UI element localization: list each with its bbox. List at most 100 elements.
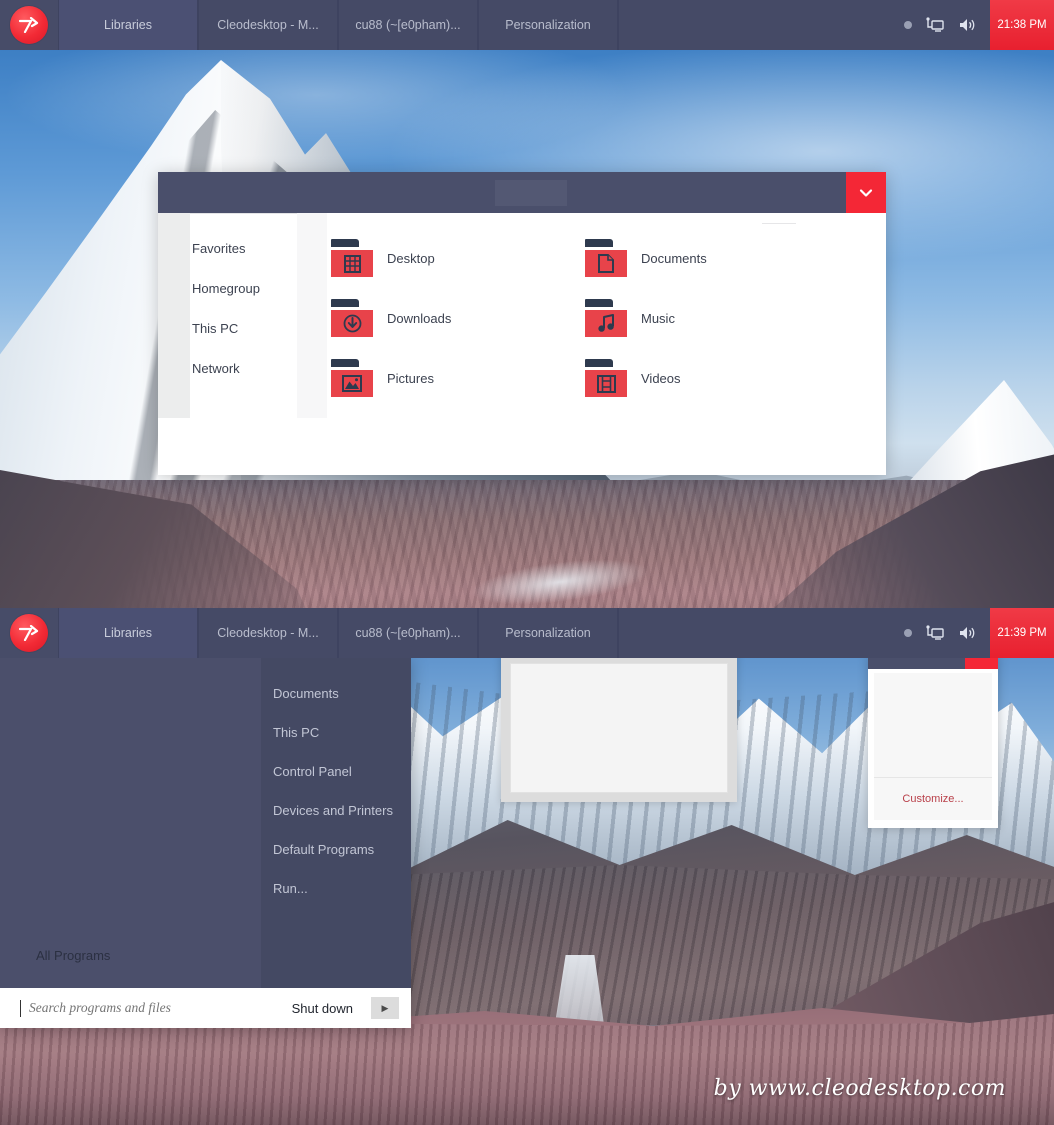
explorer-navigation-pane: Favorites Homegroup This PC Network bbox=[190, 213, 297, 475]
explorer-content-pane: Desktop Documents Downloads Music Pictur… bbox=[327, 213, 886, 475]
explorer-title-bar[interactable] bbox=[158, 172, 886, 213]
file-item-documents[interactable]: Documents bbox=[585, 239, 886, 277]
taskbar-button-cu88-top[interactable]: cu88 (~[e0pham)... bbox=[338, 0, 478, 50]
start-menu-item-default-programs[interactable]: Default Programs bbox=[261, 830, 411, 869]
volume-icon[interactable] bbox=[958, 625, 976, 641]
start-menu-item-label: Documents bbox=[273, 686, 339, 701]
nav-item-this-pc[interactable]: This PC bbox=[190, 308, 297, 348]
taskbar-button-label: Personalization bbox=[505, 18, 591, 32]
volume-icon[interactable] bbox=[958, 17, 976, 33]
explorer-expand-chevron-down-icon[interactable] bbox=[846, 172, 886, 213]
customize-popup-window: Customize... bbox=[868, 655, 998, 828]
watermark: by www.cleodesktop.com bbox=[713, 1076, 1006, 1101]
file-item-pictures[interactable]: Pictures bbox=[331, 359, 585, 397]
start-menu-search-bar: Shut down ▶ bbox=[0, 988, 411, 1028]
taskbar-top: Libraries Cleodesktop - M... cu88 (~[e0p… bbox=[0, 0, 1054, 50]
all-programs-label: All Programs bbox=[36, 948, 111, 963]
nav-item-homegroup[interactable]: Homegroup bbox=[190, 268, 297, 308]
file-item-label: Downloads bbox=[387, 310, 452, 326]
start-menu-left-pane: All Programs bbox=[0, 658, 261, 988]
nav-item-label: Favorites bbox=[192, 240, 246, 256]
empty-dialog-content bbox=[510, 663, 728, 793]
explorer-left-edge-strip bbox=[158, 213, 190, 418]
start-menu-item-devices-and-printers[interactable]: Devices and Printers bbox=[261, 791, 411, 830]
start-menu-panes: All Programs Documents This PC Control P… bbox=[0, 658, 411, 988]
taskbar-button-cleodesktop-top[interactable]: Cleodesktop - M... bbox=[198, 0, 338, 50]
start-button-bottom[interactable] bbox=[0, 608, 58, 658]
network-icon[interactable] bbox=[926, 625, 944, 641]
taskbar-button-cleodesktop-bottom[interactable]: Cleodesktop - M... bbox=[198, 608, 338, 658]
desktop-screenshot: Libraries Cleodesktop - M... cu88 (~[e0p… bbox=[0, 0, 1054, 1125]
clock-label: 21:39 PM bbox=[997, 627, 1047, 639]
taskbar-button-personalization-top[interactable]: Personalization bbox=[478, 0, 618, 50]
start-orb-icon bbox=[10, 6, 48, 44]
file-item-label: Music bbox=[641, 310, 675, 326]
start-menu-item-label: This PC bbox=[273, 725, 320, 740]
system-tray-top bbox=[890, 0, 990, 50]
start-menu-item-run[interactable]: Run... bbox=[261, 869, 411, 908]
start-button-top[interactable] bbox=[0, 0, 58, 50]
file-item-downloads[interactable]: Downloads bbox=[331, 299, 585, 337]
taskbar-button-label: Cleodesktop - M... bbox=[217, 18, 319, 32]
start-menu-item-label: Devices and Printers bbox=[273, 803, 393, 818]
file-item-desktop[interactable]: Desktop bbox=[331, 239, 585, 277]
taskbar-empty-area-top bbox=[618, 0, 890, 50]
explorer-file-grid: Desktop Documents Downloads Music Pictur… bbox=[331, 239, 886, 397]
show-hidden-icons-dot-icon[interactable] bbox=[904, 629, 912, 637]
explorer-title-highlight bbox=[495, 180, 567, 206]
empty-dialog-window[interactable] bbox=[501, 654, 737, 802]
start-menu-item-label: Control Panel bbox=[273, 764, 352, 779]
pictures-folder-icon bbox=[331, 359, 373, 397]
taskbar-button-label: Libraries bbox=[104, 626, 152, 640]
explorer-content-tick bbox=[762, 223, 796, 224]
start-menu-item-label: Run... bbox=[273, 881, 308, 896]
taskbar-button-libraries-bottom[interactable]: Libraries bbox=[58, 608, 198, 658]
nav-item-favorites[interactable]: Favorites bbox=[190, 228, 297, 268]
documents-folder-icon bbox=[585, 239, 627, 277]
music-folder-icon bbox=[585, 299, 627, 337]
customize-link[interactable]: Customize... bbox=[902, 793, 963, 805]
show-hidden-icons-dot-icon[interactable] bbox=[904, 21, 912, 29]
search-input[interactable] bbox=[29, 1000, 284, 1016]
taskbar-button-libraries-top[interactable]: Libraries bbox=[58, 0, 198, 50]
file-item-music[interactable]: Music bbox=[585, 299, 886, 337]
videos-folder-icon bbox=[585, 359, 627, 397]
file-item-label: Desktop bbox=[387, 250, 435, 266]
taskbar-button-label: cu88 (~[e0pham)... bbox=[355, 18, 461, 32]
file-explorer-window: Favorites Homegroup This PC Network Desk… bbox=[158, 172, 886, 475]
shutdown-options-arrow-icon[interactable]: ▶ bbox=[371, 997, 399, 1019]
taskbar-button-cu88-bottom[interactable]: cu88 (~[e0pham)... bbox=[338, 608, 478, 658]
all-programs-button[interactable]: All Programs bbox=[36, 948, 110, 963]
file-item-videos[interactable]: Videos bbox=[585, 359, 886, 397]
shutdown-button[interactable]: Shut down bbox=[292, 1001, 353, 1016]
file-item-label: Pictures bbox=[387, 370, 434, 386]
nav-item-label: Network bbox=[192, 360, 240, 376]
start-menu: All Programs Documents This PC Control P… bbox=[0, 658, 411, 1028]
taskbar-empty-area-bottom bbox=[618, 608, 890, 658]
start-orb-icon bbox=[10, 614, 48, 652]
desktop-folder-icon bbox=[331, 239, 373, 277]
taskbar-button-label: cu88 (~[e0pham)... bbox=[355, 626, 461, 640]
taskbar-button-label: Cleodesktop - M... bbox=[217, 626, 319, 640]
nav-item-label: Homegroup bbox=[192, 280, 260, 296]
start-menu-item-this-pc[interactable]: This PC bbox=[261, 713, 411, 752]
clock-top[interactable]: 21:38 PM bbox=[990, 0, 1054, 50]
text-caret-icon bbox=[20, 999, 21, 1017]
explorer-body: Favorites Homegroup This PC Network Desk… bbox=[158, 213, 886, 475]
system-tray-bottom bbox=[890, 608, 990, 658]
start-menu-item-control-panel[interactable]: Control Panel bbox=[261, 752, 411, 791]
nav-item-label: This PC bbox=[192, 320, 239, 336]
start-menu-right-pane: Documents This PC Control Panel Devices … bbox=[261, 658, 411, 988]
file-item-label: Documents bbox=[641, 250, 707, 266]
file-item-label: Videos bbox=[641, 370, 681, 386]
nav-item-network[interactable]: Network bbox=[190, 348, 297, 388]
network-icon[interactable] bbox=[926, 17, 944, 33]
clock-bottom[interactable]: 21:39 PM bbox=[990, 608, 1054, 658]
explorer-pane-divider bbox=[297, 213, 327, 418]
customize-popup-footer: Customize... bbox=[874, 778, 992, 820]
taskbar-button-personalization-bottom[interactable]: Personalization bbox=[478, 608, 618, 658]
taskbar-bottom: Libraries Cleodesktop - M... cu88 (~[e0p… bbox=[0, 608, 1054, 658]
start-menu-item-label: Default Programs bbox=[273, 842, 375, 857]
downloads-folder-icon bbox=[331, 299, 373, 337]
start-menu-item-documents[interactable]: Documents bbox=[261, 674, 411, 713]
